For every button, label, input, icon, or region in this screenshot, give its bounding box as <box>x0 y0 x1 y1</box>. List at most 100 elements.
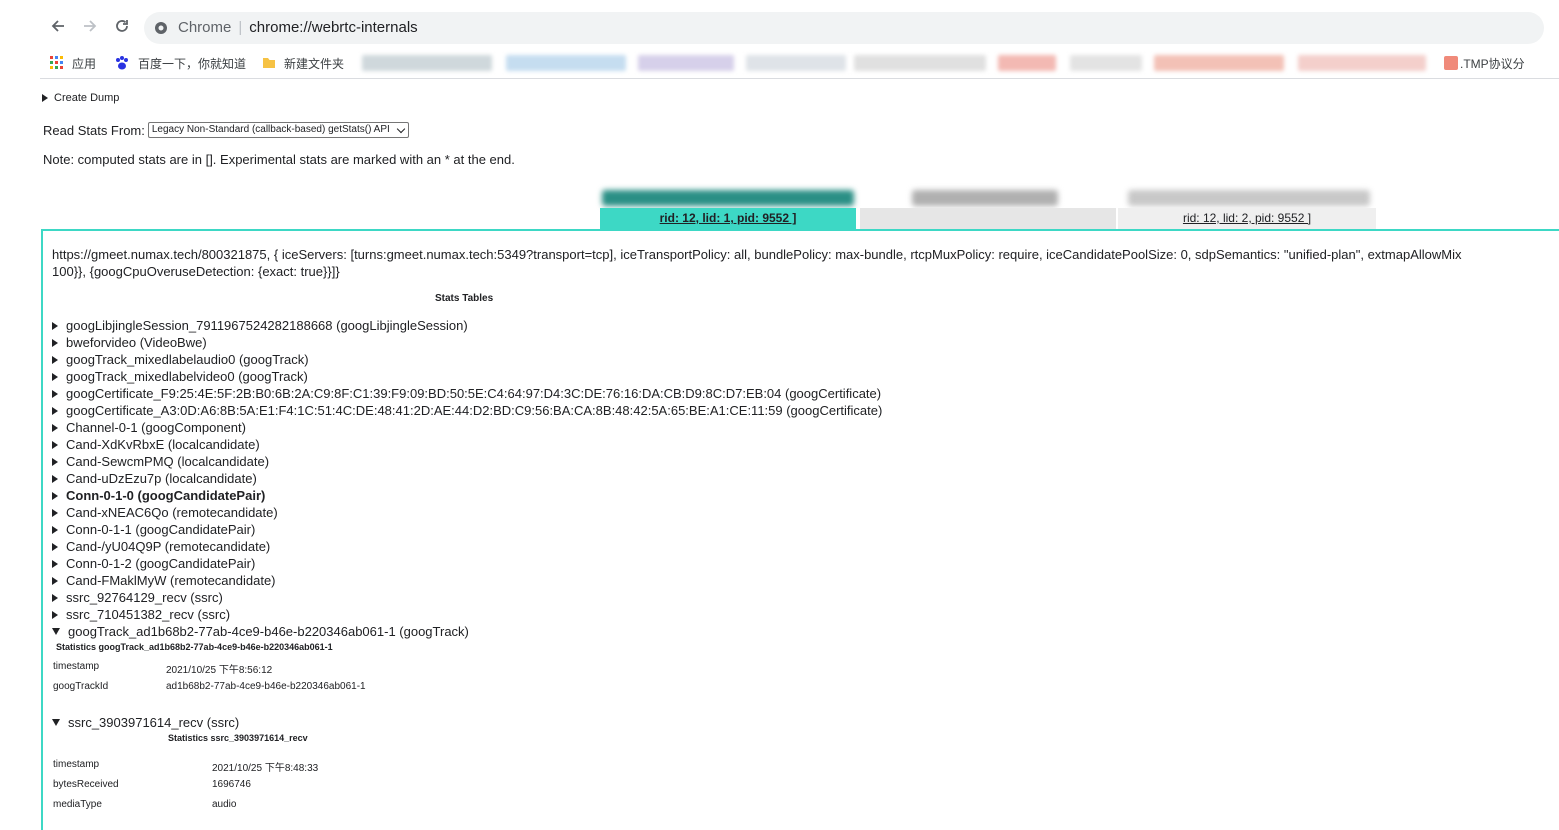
tree-item[interactable]: googLibjingleSession_7911967524282188668… <box>52 317 882 334</box>
stat-key: bytesReceived <box>53 779 119 790</box>
reload-button[interactable] <box>110 14 134 38</box>
expand-triangle-icon <box>52 559 58 568</box>
baidu-paw-icon <box>114 55 130 71</box>
read-stats-row: Read Stats From: Legacy Non-Standard (ca… <box>43 122 409 138</box>
connection-config-line: https://gmeet.numax.tech/800321875, { ic… <box>52 247 1462 262</box>
blurred-bookmark[interactable] <box>1154 55 1284 71</box>
blurred-tab-title <box>1128 190 1370 206</box>
bookmark-tmp[interactable]: .TMP协议分 <box>1444 53 1525 73</box>
tree-item[interactable]: Cand-SewcmPMQ (localcandidate) <box>52 453 882 470</box>
tree-item[interactable]: googCertificate_F9:25:4E:5F:2B:B0:6B:2A:… <box>52 385 882 402</box>
stats-source-value: Legacy Non-Standard (callback-based) get… <box>151 124 390 135</box>
stat-value: 2021/10/25 下午8:48:33 <box>212 763 319 774</box>
stat-value: 2021/10/25 下午8:56:12 <box>166 665 273 676</box>
tab-peer-connection-3[interactable]: rid: 12, lid: 2, pid: 9552 ] <box>1118 208 1376 229</box>
stats-table-caption: Statistics ssrc_3903971614_recv <box>168 733 308 743</box>
blurred-bookmark[interactable] <box>746 55 846 71</box>
tab-label: rid: 12, lid: 1, pid: 9552 ] <box>659 211 797 225</box>
folder-icon <box>262 56 276 70</box>
connection-config: https://gmeet.numax.tech/800321875, { ic… <box>52 246 1547 280</box>
tree-item-label: bweforvideo (VideoBwe) <box>66 335 207 350</box>
tree-item-label: googCertificate_A3:0D:A6:8B:5A:E1:F4:1C:… <box>66 403 883 418</box>
browser-toolbar: Chrome | chrome://webrtc-internals <box>0 0 1559 50</box>
webrtc-internals-page: Create Dump Read Stats From: Legacy Non-… <box>0 80 1559 830</box>
tree-item-label: Cand-xNEAC6Qo (remotecandidate) <box>66 505 278 520</box>
collapse-triangle-icon <box>52 719 60 726</box>
tree-item-label: Channel-0-1 (googComponent) <box>66 420 246 435</box>
bookmark-new-folder[interactable]: 新建文件夹 <box>262 53 344 73</box>
expand-triangle-icon <box>52 321 58 330</box>
tree-item[interactable]: Cand-xNEAC6Qo (remotecandidate) <box>52 504 882 521</box>
stats-note: Note: computed stats are in []. Experime… <box>43 152 515 167</box>
tree-item-expanded[interactable]: googTrack_ad1b68b2-77ab-4ce9-b46e-b22034… <box>52 623 882 640</box>
expand-triangle-icon <box>52 474 58 483</box>
address-bar[interactable]: Chrome | chrome://webrtc-internals <box>144 12 1544 44</box>
blurred-bookmark[interactable] <box>1070 55 1142 71</box>
bookmark-label: 新建文件夹 <box>284 56 345 71</box>
create-dump-toggle[interactable]: Create Dump <box>42 92 119 104</box>
stat-key: mediaType <box>53 799 102 810</box>
tree-item[interactable]: Cand-XdKvRbxE (localcandidate) <box>52 436 882 453</box>
collapse-triangle-icon <box>52 628 60 635</box>
tree-item[interactable]: ssrc_710451382_recv (ssrc) <box>52 606 882 623</box>
stat-value: 1696746 <box>212 779 251 790</box>
blurred-bookmark[interactable] <box>362 55 492 71</box>
address-text: Chrome | chrome://webrtc-internals <box>178 19 418 36</box>
blurred-bookmark[interactable] <box>506 55 626 71</box>
tree-item[interactable]: bweforvideo (VideoBwe) <box>52 334 882 351</box>
stats-tree: googLibjingleSession_7911967524282188668… <box>52 317 882 640</box>
tree-item-label: googCertificate_F9:25:4E:5F:2B:B0:6B:2A:… <box>66 386 882 401</box>
tree-item[interactable]: ssrc_92764129_recv (ssrc) <box>52 589 882 606</box>
expand-triangle-icon <box>52 610 58 619</box>
bookmark-label: 百度一下，你就知道 <box>138 56 247 71</box>
tree-item-label: googTrack_ad1b68b2-77ab-4ce9-b46e-b22034… <box>68 624 469 639</box>
back-button[interactable] <box>46 14 70 38</box>
favicon <box>1444 56 1458 70</box>
tree-item-active[interactable]: Conn-0-1-0 (googCandidatePair) <box>52 487 882 504</box>
tree-item-expanded[interactable]: ssrc_3903971614_recv (ssrc) <box>52 714 239 731</box>
tree-item[interactable]: googTrack_mixedlabelvideo0 (googTrack) <box>52 368 882 385</box>
stat-value: ad1b68b2-77ab-4ce9-b46e-b220346ab061-1 <box>166 681 366 692</box>
tree-item-label: ssrc_3903971614_recv (ssrc) <box>68 715 240 730</box>
tree-item[interactable]: Cand-/yU04Q9P (remotecandidate) <box>52 538 882 555</box>
tab-label: rid: 12, lid: 2, pid: 9552 ] <box>1182 211 1312 225</box>
tree-item[interactable]: Cand-FMaklMyW (remotecandidate) <box>52 572 882 589</box>
stat-key: googTrackId <box>53 681 109 692</box>
tree-item[interactable]: googCertificate_A3:0D:A6:8B:5A:E1:F4:1C:… <box>52 402 882 419</box>
bookmark-apps[interactable]: 应用 <box>50 53 96 73</box>
arrow-right-icon <box>84 20 97 32</box>
tree-item-label: Conn-0-1-1 (googCandidatePair) <box>66 522 256 537</box>
stat-key: timestamp <box>53 759 100 770</box>
tree-item-label: Conn-0-1-2 (googCandidatePair) <box>66 556 256 571</box>
expand-triangle-icon <box>52 542 58 551</box>
expand-triangle-icon <box>52 355 58 364</box>
tree-item-label: googLibjingleSession_7911967524282188668… <box>66 318 468 333</box>
tree-item[interactable]: googTrack_mixedlabelaudio0 (googTrack) <box>52 351 882 368</box>
expand-triangle-icon <box>52 593 58 602</box>
forward-button[interactable] <box>78 14 102 38</box>
expand-triangle-icon <box>52 525 58 534</box>
panel-border-top <box>41 229 1559 231</box>
blurred-bookmark[interactable] <box>998 55 1056 71</box>
blurred-bookmark[interactable] <box>854 55 986 71</box>
panel-border-left <box>41 229 43 830</box>
stats-source-select[interactable]: Legacy Non-Standard (callback-based) get… <box>147 122 409 138</box>
expand-triangle-icon <box>52 491 58 500</box>
tree-item[interactable]: Conn-0-1-2 (googCandidatePair) <box>52 555 882 572</box>
chrome-page-icon <box>155 22 167 34</box>
expand-triangle-icon <box>52 508 58 517</box>
expand-triangle-icon <box>52 406 58 415</box>
blurred-bookmark[interactable] <box>1298 55 1426 71</box>
tree-item-label: googTrack_mixedlabelvideo0 (googTrack) <box>66 369 308 384</box>
expand-triangle-icon <box>52 576 58 585</box>
blurred-bookmark[interactable] <box>638 55 734 71</box>
bookmark-label: .TMP协议分 <box>1460 56 1525 71</box>
tree-item[interactable]: Conn-0-1-1 (googCandidatePair) <box>52 521 882 538</box>
bookmark-baidu[interactable]: 百度一下，你就知道 <box>114 53 246 73</box>
tree-item[interactable]: Channel-0-1 (googComponent) <box>52 419 882 436</box>
tab-peer-connection-2[interactable] <box>860 208 1116 229</box>
stat-value: audio <box>212 799 237 810</box>
connection-config-line: 100}}, {googCpuOveruseDetection: {exact:… <box>52 264 340 279</box>
tree-item[interactable]: Cand-uDzEzu7p (localcandidate) <box>52 470 882 487</box>
tab-peer-connection-1[interactable]: rid: 12, lid: 1, pid: 9552 ] <box>600 208 856 229</box>
